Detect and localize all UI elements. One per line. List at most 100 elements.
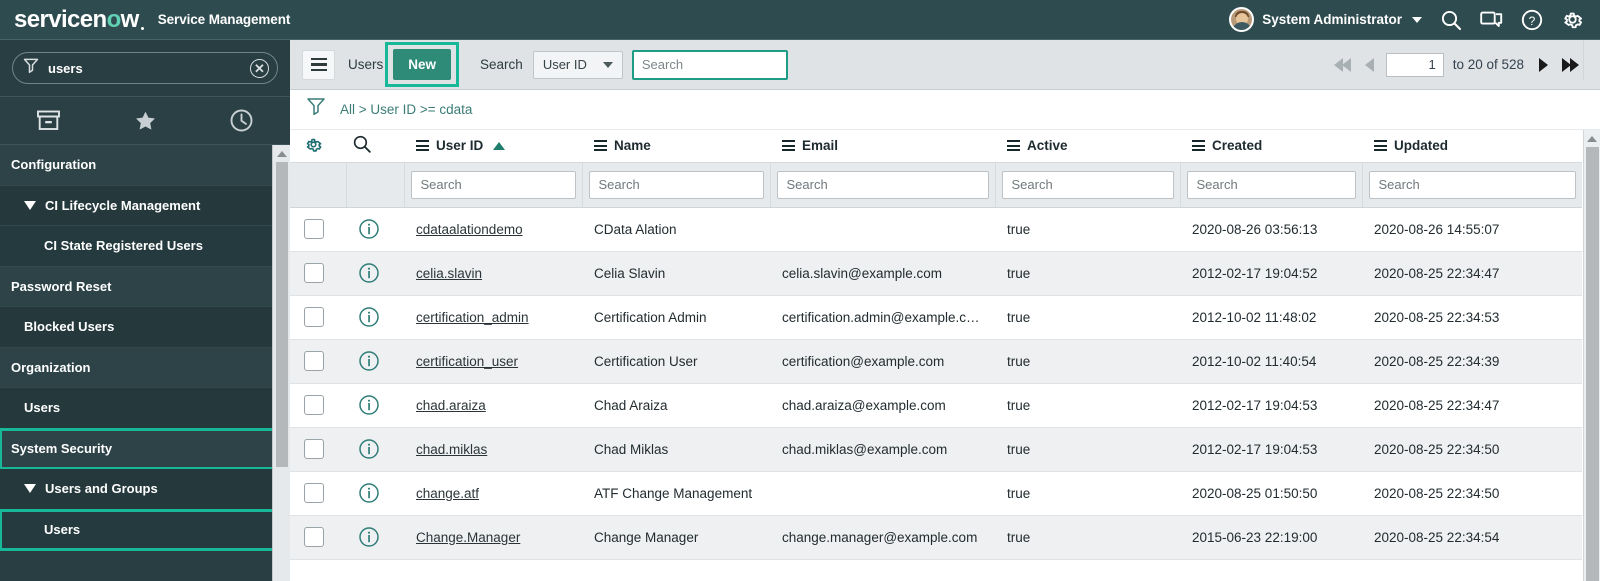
column-search-name[interactable]: [588, 170, 764, 199]
gear-icon[interactable]: [304, 135, 323, 157]
column-search-user-id[interactable]: [410, 170, 576, 199]
user-id-link[interactable]: chad.miklas: [416, 442, 487, 457]
row-checkbox[interactable]: [304, 483, 324, 503]
user-id-link[interactable]: certification_admin: [416, 310, 529, 325]
info-icon[interactable]: [358, 526, 392, 548]
row-checkbox[interactable]: [304, 527, 324, 547]
column-search-updated[interactable]: [1368, 170, 1576, 199]
column-search-email[interactable]: [776, 170, 989, 199]
cell-email: celia.slavin@example.com: [770, 251, 995, 296]
info-icon[interactable]: [358, 438, 392, 460]
close-icon[interactable]: ✕: [250, 58, 269, 78]
search-field-select[interactable]: User ID: [532, 50, 623, 79]
list-context-menu-icon[interactable]: [302, 49, 335, 80]
row-checkbox[interactable]: [304, 263, 324, 283]
column-menu-icon[interactable]: [594, 140, 607, 152]
table-row[interactable]: cdataalationdemo CData Alation true 2020-08…: [290, 207, 1582, 252]
sidebar-tabs: [0, 97, 290, 145]
user-menu[interactable]: System Administrator: [1229, 7, 1422, 32]
page-number-input[interactable]: [1385, 52, 1444, 77]
list-scroll-thumb[interactable]: [1586, 147, 1599, 581]
column-search-active[interactable]: [1001, 170, 1174, 199]
row-checkbox[interactable]: [304, 351, 324, 371]
user-id-link[interactable]: cdataalationdemo: [416, 222, 523, 237]
search-icon[interactable]: [352, 134, 372, 157]
scroll-up-icon[interactable]: [273, 145, 290, 162]
column-menu-icon[interactable]: [416, 140, 429, 152]
sidebar-nav-list: Configuration CI Lifecycle Management CI S…: [0, 145, 290, 551]
new-button[interactable]: New: [393, 49, 452, 80]
info-icon[interactable]: [358, 350, 392, 372]
gear-icon[interactable]: [1561, 8, 1584, 31]
search-input[interactable]: [631, 49, 788, 80]
user-id-link[interactable]: certification_user: [416, 354, 518, 369]
servicenow-logo[interactable]: servicenow: [0, 7, 144, 32]
sidebar-scrollbar[interactable]: [272, 145, 290, 581]
sidebar-scroll-thumb[interactable]: [276, 162, 288, 467]
table-row[interactable]: celia.slavin Celia Slavin celia.slavin@exa…: [290, 251, 1582, 296]
list-scrollbar[interactable]: [1583, 130, 1600, 581]
search-label: Search: [480, 57, 523, 72]
table-row[interactable]: certification_admin Certification Admin ce…: [290, 295, 1582, 340]
help-icon[interactable]: ?: [1521, 9, 1543, 31]
sidebar-item-system-security[interactable]: System Security: [0, 427, 290, 470]
sidebar-item-ci-state-registered-users[interactable]: CI State Registered Users: [0, 226, 290, 267]
row-checkbox[interactable]: [304, 439, 324, 459]
table-row[interactable]: certification_user Certification User cert…: [290, 339, 1582, 384]
table-row[interactable]: chad.miklas Chad Miklas chad.miklas@exampl…: [290, 427, 1582, 472]
column-menu-icon[interactable]: [1192, 140, 1205, 152]
sidebar-item-blocked-users[interactable]: Blocked Users: [0, 307, 290, 348]
search-icon[interactable]: [1440, 9, 1462, 31]
column-header-user-id[interactable]: User ID: [404, 130, 582, 163]
column-header-name[interactable]: Name: [582, 130, 770, 163]
row-info-cell: [346, 295, 404, 340]
scroll-up-icon[interactable]: [1584, 130, 1600, 147]
info-icon[interactable]: [358, 262, 392, 284]
new-button-wrapper: New: [385, 42, 460, 87]
row-checkbox[interactable]: [304, 219, 324, 239]
column-header-active[interactable]: Active: [995, 130, 1180, 163]
filter-icon[interactable]: [306, 96, 326, 123]
column-header-updated[interactable]: Updated: [1362, 130, 1582, 163]
previous-page-button[interactable]: [1358, 57, 1381, 72]
sidebar-item-password-reset[interactable]: Password Reset: [0, 266, 290, 307]
info-icon[interactable]: [358, 394, 392, 416]
next-page-button[interactable]: [1532, 57, 1555, 72]
table-row[interactable]: chad.araiza Chad Araiza chad.araiza@exampl…: [290, 383, 1582, 428]
last-page-button[interactable]: [1555, 57, 1586, 72]
sidebar-item-users[interactable]: Users: [0, 388, 290, 429]
sidebar-item-configuration[interactable]: Configuration: [0, 145, 290, 186]
breadcrumb[interactable]: All > User ID >= cdata: [340, 102, 472, 117]
user-id-link[interactable]: chad.araiza: [416, 398, 486, 413]
column-header-email[interactable]: Email: [770, 130, 995, 163]
column-menu-icon[interactable]: [1374, 140, 1387, 152]
cell-active: true: [995, 251, 1180, 296]
table-row[interactable]: Change.Manager Change Manager change.manag…: [290, 515, 1582, 560]
column-menu-icon[interactable]: [1007, 140, 1020, 152]
column-header-created[interactable]: Created: [1180, 130, 1362, 163]
history-tab[interactable]: [193, 97, 290, 144]
chat-icon[interactable]: [1480, 9, 1503, 30]
table-row[interactable]: change.atf ATF Change Management true 2020-…: [290, 471, 1582, 516]
row-checkbox[interactable]: [304, 395, 324, 415]
user-id-link[interactable]: Change.Manager: [416, 530, 520, 545]
info-icon[interactable]: [358, 306, 392, 328]
nav-filter-box[interactable]: users ✕: [12, 52, 278, 84]
row-checkbox[interactable]: [304, 307, 324, 327]
sidebar-item-organization[interactable]: Organization: [0, 347, 290, 388]
info-icon[interactable]: [358, 218, 392, 240]
all-applications-tab[interactable]: [0, 97, 97, 144]
user-id-link[interactable]: celia.slavin: [416, 266, 482, 281]
sidebar-item-label: Users and Groups: [45, 481, 158, 497]
sidebar-item-users-and-groups[interactable]: Users and Groups: [0, 469, 290, 510]
sidebar-item-users[interactable]: Users: [0, 508, 290, 551]
first-page-button[interactable]: [1327, 57, 1358, 72]
sidebar-item-ci-lifecycle-management[interactable]: CI Lifecycle Management: [0, 185, 290, 226]
cell-updated: 2020-08-25 22:34:53: [1362, 295, 1582, 340]
cell-active: true: [995, 515, 1180, 560]
info-icon[interactable]: [358, 482, 392, 504]
favorites-tab[interactable]: [97, 97, 194, 144]
column-menu-icon[interactable]: [782, 140, 795, 152]
user-id-link[interactable]: change.atf: [416, 486, 479, 501]
column-search-created[interactable]: [1186, 170, 1356, 199]
